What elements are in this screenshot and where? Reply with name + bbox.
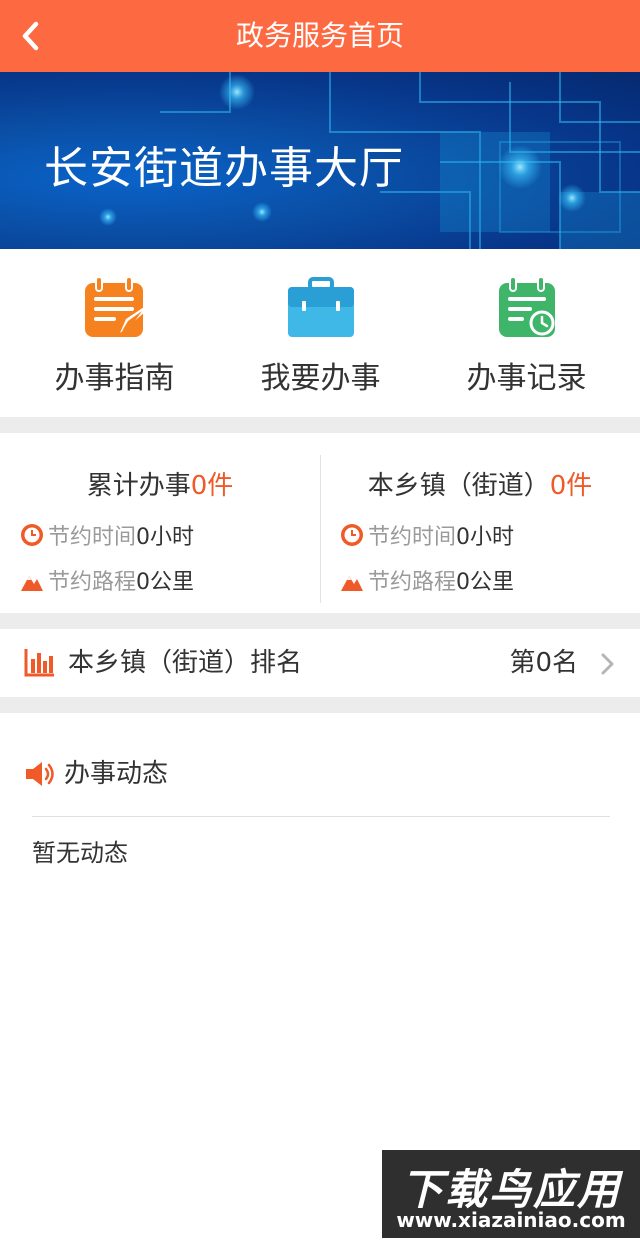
news-title: 办事动态 <box>64 759 169 789</box>
records-label: 办事记录 <box>466 361 587 396</box>
hall-banner: 长安街道办事大厅 <box>0 72 640 249</box>
record-notepad-clock-icon <box>498 277 555 337</box>
route-saved-value: 0公里 <box>136 570 195 595</box>
bar-chart-icon <box>24 649 54 677</box>
records-button[interactable]: 办事记录 <box>420 249 633 417</box>
total-stats-title: 累计办事0件 <box>0 465 320 502</box>
time-saved-value: 0小时 <box>136 525 195 550</box>
quick-actions: 办事指南 我要办事 办事记录 <box>0 249 640 417</box>
ranking-label: 本乡镇（街道）排名 <box>68 648 303 678</box>
town-ranking-row[interactable]: 本乡镇（街道）排名 第0名 <box>0 629 640 697</box>
town-route-saved-value: 0公里 <box>456 570 515 595</box>
town-route-saved-label: 节约路程 <box>368 570 457 595</box>
section-gap <box>0 613 640 629</box>
ranking-value: 第0名 <box>509 648 578 678</box>
guide-button[interactable]: 办事指南 <box>8 249 221 417</box>
apply-button[interactable]: 我要办事 <box>214 249 427 417</box>
town-time-saved-label: 节约时间 <box>368 525 457 550</box>
top-nav-bar: 政务服务首页 <box>0 0 640 72</box>
news-divider <box>32 816 610 817</box>
town-stats-panel: 本乡镇（街道）0件 节约时间 0小时 节约路程 0公里 <box>320 433 640 613</box>
section-gap <box>0 697 640 713</box>
total-stats-count: 0件 <box>190 471 234 501</box>
mountain-icon <box>21 576 43 591</box>
clock-icon <box>21 524 43 546</box>
site-watermark: 下载鸟应用 www.xiazainiao.com <box>382 1150 640 1238</box>
guide-label: 办事指南 <box>54 361 175 396</box>
town-stats-label: 本乡镇（街道） <box>367 471 550 501</box>
town-time-saved-row: 节约时间 0小时 <box>340 519 514 551</box>
apply-label: 我要办事 <box>260 361 381 396</box>
time-saved-row: 节约时间 0小时 <box>20 519 194 551</box>
mountain-icon <box>341 576 363 591</box>
total-stats-label: 累计办事 <box>86 471 191 501</box>
clock-icon <box>341 524 363 546</box>
service-stats: 累计办事0件 节约时间 0小时 节约路程 0公里 本乡镇（街道）0件 节约时间 … <box>0 433 640 613</box>
time-saved-label: 节约时间 <box>48 525 137 550</box>
section-gap <box>0 417 640 433</box>
chevron-right-icon <box>601 653 614 675</box>
town-time-saved-value: 0小时 <box>456 525 515 550</box>
town-stats-count: 0件 <box>549 471 593 501</box>
town-stats-title: 本乡镇（街道）0件 <box>320 465 640 502</box>
hall-name: 长安街道办事大厅 <box>44 143 404 194</box>
news-empty-text: 暂无动态 <box>32 839 128 867</box>
guide-notepad-icon <box>84 277 146 337</box>
briefcase-icon <box>287 277 354 337</box>
town-route-saved-row: 节约路程 0公里 <box>340 564 514 596</box>
page-title: 政务服务首页 <box>235 19 404 52</box>
watermark-url: www.xiazainiao.com <box>396 1208 626 1232</box>
route-saved-label: 节约路程 <box>48 570 137 595</box>
speaker-icon <box>26 762 54 786</box>
total-stats-panel: 累计办事0件 节约时间 0小时 节约路程 0公里 <box>0 433 320 613</box>
route-saved-row: 节约路程 0公里 <box>20 564 194 596</box>
